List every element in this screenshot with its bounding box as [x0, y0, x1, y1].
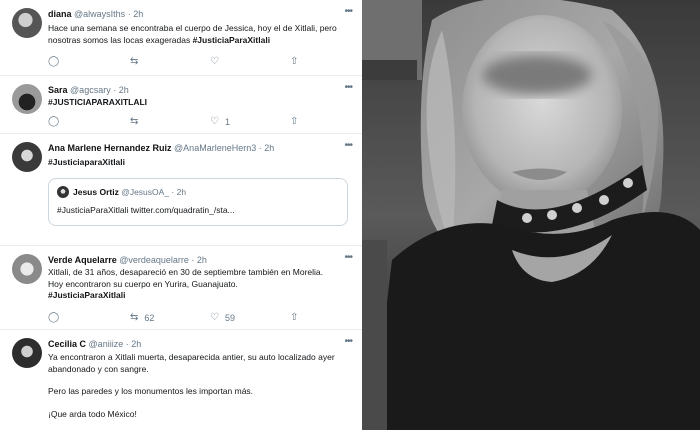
- tweet-header: Cecilia C @aniiize · 2h: [48, 339, 342, 349]
- tweet-actions: ◯ ⇆ ♡ 1 ⇧: [48, 116, 332, 128]
- author-handle[interactable]: @agcsary: [70, 85, 111, 95]
- tweet-ana-marlene[interactable]: Ana Marlene Hernandez Ruiz @AnaMarleneHe…: [0, 134, 362, 246]
- tweet-line: Xitlali, de 31 años, desapareció en 30 d…: [48, 267, 324, 277]
- like-button[interactable]: ♡: [210, 56, 219, 67]
- share-icon: ⇧: [290, 312, 299, 323]
- avatar[interactable]: [12, 338, 42, 368]
- retweet-button[interactable]: ⇆: [130, 116, 138, 127]
- author-name[interactable]: Cecilia C: [48, 339, 86, 349]
- line-spacer: [48, 398, 346, 409]
- quoted-tweet-time[interactable]: · 2h: [171, 187, 186, 197]
- tweet-text: Ya encontraron a Xitlali muerta, desapar…: [48, 352, 346, 420]
- share-icon: ⇧: [290, 116, 299, 127]
- retweet-icon: ⇆: [130, 56, 139, 67]
- reply-icon: ◯: [48, 312, 60, 323]
- avatar[interactable]: [12, 84, 42, 114]
- author-handle[interactable]: @aniiize: [89, 339, 124, 349]
- like-button[interactable]: ♡ 1: [210, 116, 230, 127]
- retweet-icon: ⇆: [130, 116, 139, 127]
- heart-icon: ♡: [210, 116, 219, 127]
- more-icon[interactable]: •••: [344, 252, 352, 263]
- heart-icon: ♡: [210, 56, 219, 67]
- tweet-line: Ya encontraron a Xitlali muerta, desapar…: [48, 352, 335, 362]
- retweet-icon: ⇆: [130, 312, 139, 323]
- more-icon[interactable]: •••: [344, 140, 352, 151]
- tweet-time[interactable]: · 2h: [259, 143, 275, 153]
- share-button[interactable]: ⇧: [290, 116, 298, 127]
- reply-button[interactable]: ◯: [48, 312, 59, 323]
- quoted-text[interactable]: #JusticiaParaXitlali twitter.com/quadrat…: [57, 205, 235, 215]
- author-name[interactable]: Verde Aquelarre: [48, 255, 117, 265]
- tweet-time[interactable]: · 2h: [126, 339, 142, 349]
- reply-icon: ◯: [48, 116, 60, 127]
- tweet-diana[interactable]: diana @alwaysIths · 2h ••• Hace una sema…: [0, 0, 362, 76]
- more-icon[interactable]: •••: [344, 6, 352, 17]
- tweet-header: Verde Aquelarre @verdeaquelarre · 2h: [48, 255, 342, 265]
- avatar[interactable]: [12, 8, 42, 38]
- like-count: 1: [224, 116, 230, 127]
- author-handle[interactable]: @AnaMarleneHern3: [174, 143, 256, 153]
- tweet-feed: diana @alwaysIths · 2h ••• Hace una sema…: [0, 0, 363, 430]
- quoted-author-handle[interactable]: @JesusOA_: [121, 187, 169, 197]
- victim-photo: [362, 0, 700, 430]
- author-handle[interactable]: @alwaysIths: [74, 9, 125, 19]
- tweet-verde-aquelarre[interactable]: Verde Aquelarre @verdeaquelarre · 2h •••…: [0, 246, 362, 330]
- tweet-actions: ◯ ⇆ 62 ♡ 59 ⇧: [48, 312, 332, 324]
- retweet-button[interactable]: ⇆ 62: [130, 312, 154, 323]
- reply-button[interactable]: ◯: [48, 56, 59, 67]
- more-icon[interactable]: •••: [344, 336, 352, 347]
- like-count: 59: [224, 312, 235, 323]
- tweet-sara[interactable]: Sara @agcsary · 2h ••• #JUSTICIAPARAXITL…: [0, 76, 362, 134]
- tweet-time[interactable]: · 2h: [128, 9, 144, 19]
- tweet-header: diana @alwaysIths · 2h: [48, 9, 342, 19]
- share-icon: ⇧: [290, 56, 299, 67]
- tweet-line: abandonado y con sangre.: [48, 363, 149, 374]
- portrait-illustration: [362, 0, 700, 430]
- more-icon[interactable]: •••: [344, 82, 352, 93]
- tweet-header: Ana Marlene Hernandez Ruiz @AnaMarleneHe…: [48, 143, 342, 153]
- author-name[interactable]: Sara: [48, 85, 68, 95]
- quoted-header: Jesus Ortiz @JesusOA_ · 2h: [73, 187, 186, 197]
- avatar[interactable]: [12, 254, 42, 284]
- screenshot-composite: diana @alwaysIths · 2h ••• Hace una sema…: [0, 0, 700, 430]
- quoted-author-name[interactable]: Jesus Ortiz: [73, 187, 119, 197]
- tweet-text: #JUSTICIAPARAXITLALI: [48, 97, 346, 109]
- hashtag-link[interactable]: #JusticiaParaXitlali: [48, 290, 346, 302]
- tweet-text: Hace una semana se encontraba el cuerpo …: [48, 23, 346, 46]
- heart-icon: ♡: [210, 312, 219, 323]
- avatar[interactable]: [12, 142, 42, 172]
- tweet-time[interactable]: · 2h: [113, 85, 129, 95]
- tweet-cecilia[interactable]: Cecilia C @aniiize · 2h ••• Ya encontrar…: [0, 330, 362, 430]
- author-name[interactable]: Ana Marlene Hernandez Ruiz: [48, 143, 172, 153]
- author-handle[interactable]: @verdeaquelarre: [119, 255, 189, 265]
- tweet-text: #JusticiaparaXitlali: [48, 157, 346, 169]
- tweet-actions: ◯ ⇆ ♡ ⇧: [48, 56, 332, 68]
- share-button[interactable]: ⇧: [290, 312, 298, 323]
- share-button[interactable]: ⇧: [290, 56, 298, 67]
- tweet-text: Xitlali, de 31 años, desapareció en 30 d…: [48, 267, 346, 302]
- tweet-line: Pero las paredes y los monumentos les im…: [48, 386, 254, 396]
- quoted-tweet[interactable]: Jesus Ortiz @JesusOA_ · 2h #JusticiaPara…: [48, 178, 348, 226]
- quoted-avatar[interactable]: [57, 186, 69, 198]
- reply-button[interactable]: ◯: [48, 116, 59, 127]
- tweet-line: ¡Que arda todo México!: [48, 408, 137, 419]
- tweet-time[interactable]: · 2h: [191, 255, 207, 265]
- reply-icon: ◯: [48, 56, 60, 67]
- retweet-count: 62: [144, 312, 155, 323]
- tweet-header: Sara @agcsary · 2h: [48, 85, 342, 95]
- line-spacer: [48, 375, 346, 386]
- hashtag-link[interactable]: #JusticiaparaXitlali: [48, 157, 125, 167]
- hashtag-link[interactable]: #JusticiaParaXitlali: [193, 35, 271, 45]
- hashtag-link[interactable]: #JUSTICIAPARAXITLALI: [48, 97, 147, 107]
- author-name[interactable]: diana: [48, 9, 72, 19]
- retweet-button[interactable]: ⇆: [130, 56, 138, 67]
- like-button[interactable]: ♡ 59: [210, 312, 235, 323]
- tweet-line: Hoy encontraron su cuerpo en Yurira, Gua…: [48, 278, 238, 289]
